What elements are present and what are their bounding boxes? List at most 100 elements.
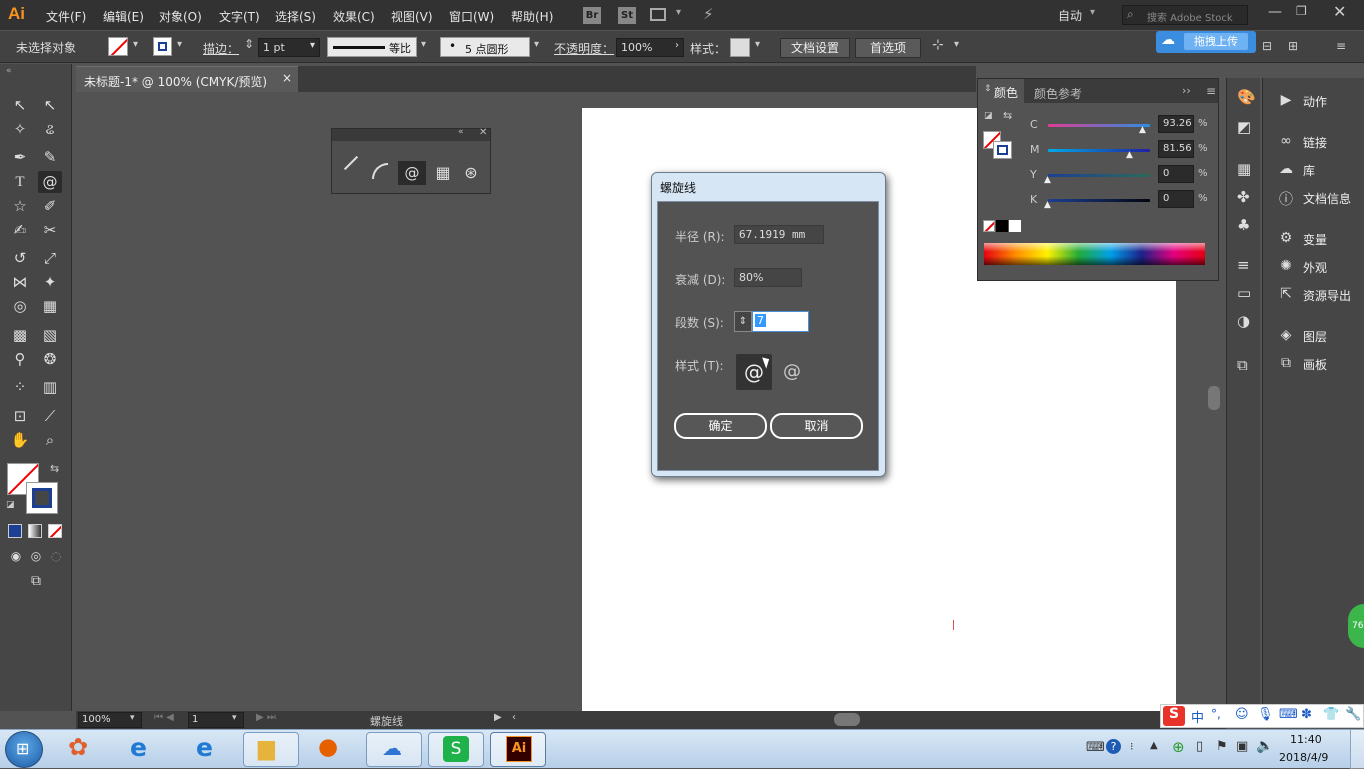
- align-icon[interactable]: ⊟: [1262, 39, 1272, 53]
- chevron-down-icon[interactable]: ▾: [1090, 7, 1095, 18]
- flag-tray-icon[interactable]: ⚑: [1216, 739, 1228, 754]
- symbol-sprayer-tool-icon[interactable]: ⁘: [8, 376, 32, 398]
- taskbar-firefox[interactable]: ●: [304, 732, 360, 767]
- network-tray-icon[interactable]: ▣: [1236, 739, 1248, 754]
- panel-artboards[interactable]: 画板: [1303, 356, 1327, 373]
- black-swatch[interactable]: [996, 220, 1008, 232]
- shaper-tool-icon[interactable]: ✍: [8, 219, 32, 241]
- wrench-icon[interactable]: 🔧: [1345, 707, 1361, 722]
- panel-layers[interactable]: 图层: [1303, 328, 1327, 345]
- menu-view[interactable]: 视图(V): [391, 8, 433, 25]
- stroke-weight-field[interactable]: 1 pt ▾: [258, 38, 320, 57]
- transparency-panel-icon[interactable]: ◑: [1237, 312, 1250, 330]
- graphic-style-swatch[interactable]: [730, 38, 750, 57]
- transform-icon[interactable]: ⊹: [932, 37, 944, 53]
- sogou-logo-icon[interactable]: S: [1163, 706, 1185, 726]
- chevron-down-icon[interactable]: ▾: [133, 39, 138, 50]
- cyan-slider-thumb[interactable]: ▲: [1139, 125, 1146, 135]
- cyan-slider[interactable]: [1048, 124, 1150, 127]
- menu-effect[interactable]: 效果(C): [333, 8, 375, 25]
- workspace-switcher[interactable]: 自动: [1058, 7, 1082, 24]
- segments-stepper[interactable]: ⇕: [734, 311, 752, 332]
- polar-grid-tool-icon[interactable]: ⊛: [460, 161, 482, 185]
- radius-input[interactable]: 67.1919 mm: [734, 225, 824, 244]
- collapse-icon[interactable]: «: [458, 127, 464, 137]
- swap-colors-icon[interactable]: ⇆: [50, 462, 59, 475]
- spiral-tool-icon[interactable]: @: [38, 171, 62, 193]
- pen-tool-icon[interactable]: ✒: [8, 146, 32, 168]
- magenta-slider-thumb[interactable]: ▲: [1126, 150, 1133, 160]
- keyboard-icon[interactable]: ⌨: [1279, 707, 1298, 722]
- chevron-down-icon[interactable]: ▾: [130, 713, 135, 723]
- cancel-button[interactable]: 取消: [770, 413, 863, 439]
- lasso-tool-icon[interactable]: ଌ: [38, 118, 62, 140]
- selection-tool-icon[interactable]: ↖: [8, 94, 32, 116]
- line-segment-tool-icon[interactable]: [343, 155, 359, 171]
- start-button[interactable]: ⊞: [5, 731, 43, 768]
- chevron-left-icon[interactable]: ‹: [512, 712, 516, 723]
- scissors-tool-icon[interactable]: ✂: [38, 219, 62, 241]
- brushes-icon[interactable]: ✤: [1237, 188, 1250, 206]
- white-swatch[interactable]: [1009, 220, 1021, 232]
- magic-wand-tool-icon[interactable]: ✧: [8, 118, 32, 140]
- paintbrush-tool-icon[interactable]: ✐: [38, 195, 62, 217]
- default-colors-icon[interactable]: ◪: [984, 111, 993, 121]
- chevron-down-icon[interactable]: ▾: [177, 39, 182, 50]
- taskbar-wps[interactable]: S: [428, 732, 484, 767]
- chevron-down-icon[interactable]: ▾: [232, 713, 237, 723]
- panel-actions[interactable]: 动作: [1303, 93, 1327, 110]
- menu-help[interactable]: 帮助(H): [511, 8, 553, 25]
- microphone-icon[interactable]: 🎙: [1257, 707, 1274, 722]
- preferences-button[interactable]: 首选项: [855, 38, 921, 58]
- stroke-label[interactable]: 描边：: [203, 40, 239, 57]
- taskbar-ie-1[interactable]: e: [116, 732, 172, 767]
- eyedropper-tool-icon[interactable]: ⚲: [8, 348, 32, 370]
- stroke-swatch[interactable]: [993, 141, 1012, 159]
- security-tray-icon[interactable]: ⊕: [1172, 738, 1185, 756]
- fill-swatch[interactable]: [108, 37, 128, 56]
- close-icon[interactable]: ✕: [479, 127, 487, 138]
- gradient-panel-icon[interactable]: ▭: [1237, 284, 1251, 302]
- search-input[interactable]: 搜索 Adobe Stock: [1147, 9, 1233, 24]
- document-tab[interactable]: 未标题-1* @ 100% (CMYK/预览) ×: [76, 66, 298, 92]
- opacity-label[interactable]: 不透明度：: [554, 40, 614, 57]
- yellow-slider[interactable]: [1048, 174, 1150, 177]
- minimize-icon[interactable]: —: [1268, 4, 1282, 20]
- screen-mode-icon[interactable]: ⧉: [24, 570, 48, 592]
- segments-input[interactable]: 7: [752, 311, 809, 332]
- distribute-icon[interactable]: ⊞: [1288, 39, 1298, 53]
- taskbar-ie-2[interactable]: e: [182, 732, 238, 767]
- upload-button[interactable]: ☁ 拖拽上传: [1156, 31, 1256, 53]
- emoji-icon[interactable]: ☺: [1235, 707, 1249, 722]
- spiral-tool-icon[interactable]: @: [398, 161, 426, 185]
- column-graph-tool-icon[interactable]: ▥: [38, 376, 62, 398]
- taskbar-baidu[interactable]: ☁: [366, 732, 422, 767]
- panel-links[interactable]: 链接: [1303, 134, 1327, 151]
- collapse-icon[interactable]: ››: [1182, 84, 1191, 97]
- decay-input[interactable]: 80%: [734, 268, 802, 287]
- taskbar-illustrator[interactable]: Ai: [490, 732, 546, 767]
- tab-color-guide[interactable]: 颜色参考: [1034, 85, 1082, 102]
- export-panel-icon[interactable]: ⧉: [1237, 356, 1248, 374]
- skin-icon[interactable]: ✽: [1301, 707, 1312, 722]
- hand-tool-icon[interactable]: ✋: [8, 429, 32, 451]
- swatches-icon[interactable]: ▦: [1237, 160, 1251, 178]
- cyan-value[interactable]: 93.26: [1158, 115, 1194, 133]
- rotate-tool-icon[interactable]: ↺: [8, 247, 32, 269]
- type-tool-icon[interactable]: T: [8, 171, 32, 193]
- perspective-grid-tool-icon[interactable]: ▦: [38, 295, 62, 317]
- shape-builder-tool-icon[interactable]: ◎: [8, 295, 32, 317]
- menu-select[interactable]: 选择(S): [275, 8, 316, 25]
- symbols-icon[interactable]: ♣: [1237, 216, 1250, 234]
- volume-tray-icon[interactable]: 🔈: [1256, 738, 1273, 754]
- color-palette-icon[interactable]: 🎨: [1237, 88, 1256, 106]
- menu-edit[interactable]: 编辑(E): [103, 8, 144, 25]
- stroke-swatch[interactable]: [153, 37, 172, 56]
- ok-button[interactable]: 确定: [674, 413, 767, 439]
- stock-button[interactable]: St: [618, 7, 636, 24]
- panel-document-info[interactable]: 文档信息: [1303, 190, 1351, 207]
- blend-tool-icon[interactable]: ❂: [38, 348, 62, 370]
- gradient-mode-icon[interactable]: [28, 524, 42, 538]
- panel-variables[interactable]: 变量: [1303, 231, 1327, 248]
- bridge-button[interactable]: Br: [583, 7, 601, 24]
